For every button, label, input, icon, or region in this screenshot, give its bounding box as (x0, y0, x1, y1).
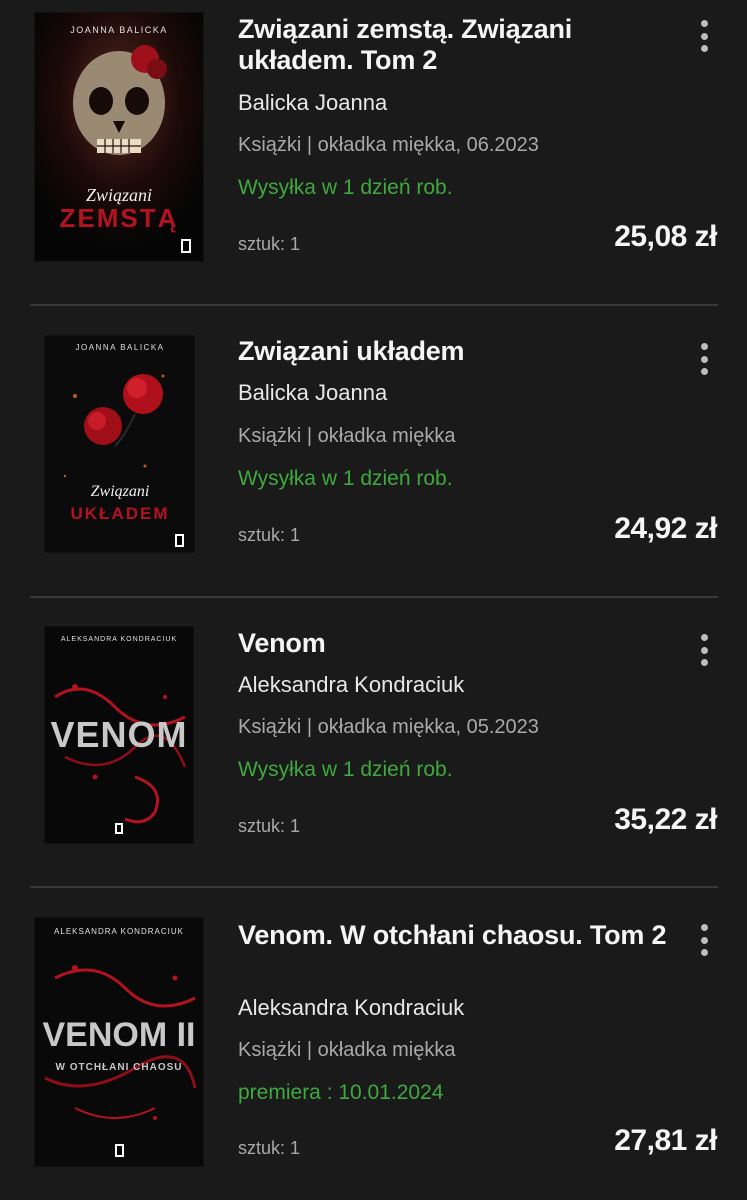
item-info: Venom Aleksandra Kondraciuk Książki | ok… (238, 628, 717, 868)
quantity-label: sztuk: 1 (238, 816, 301, 836)
book-author[interactable]: Aleksandra Kondraciuk (238, 672, 464, 698)
item-price: 27,81 zł (614, 1124, 717, 1157)
cover-author-text: ALEKSANDRA KONDRACIUK (61, 636, 177, 643)
premiere-date: premiera : 10.01.2024 (238, 1081, 444, 1104)
book-title[interactable]: Związani zemstą. Związani układem. Tom 2 (238, 14, 618, 76)
cart-item: ALEKSANDRA KONDRACIUK VENOM II W OTCHŁAN… (0, 888, 747, 1200)
more-options-icon[interactable] (699, 924, 709, 956)
cover-author-text: JOANNA BALICKA (70, 25, 168, 35)
shipping-status: Wysyłka w 1 dzień rob. (238, 758, 453, 781)
book-format: Książki | okładka miękka, 06.2023 (238, 134, 539, 156)
item-price: 35,22 zł (614, 803, 717, 836)
item-info: Związani zemstą. Związani układem. Tom 2… (238, 14, 717, 264)
cover-title-line2: UKŁADEM (71, 504, 170, 523)
quantity-label: sztuk: 1 (238, 234, 301, 254)
cover-title-line1: Związani (91, 483, 150, 500)
book-author[interactable]: Aleksandra Kondraciuk (238, 995, 464, 1021)
item-info: Venom. W otchłani chaosu. Tom 2 Aleksand… (238, 920, 717, 1170)
book-cover-image[interactable]: JOANNA BALICKA Związani ZEMSTĄ (35, 13, 203, 261)
cart-item: JOANNA BALICKA Związani UKŁADEM Związani… (0, 306, 747, 596)
item-info: Związani układem Balicka Joanna Książki … (238, 336, 717, 576)
cover-author-text: ALEKSANDRA KONDRACIUK (54, 927, 184, 936)
item-price: 25,08 zł (614, 220, 717, 253)
quantity-label: sztuk: 1 (238, 1138, 301, 1158)
cart-item: ALEKSANDRA KONDRACIUK VENOM Venom Aleksa… (0, 598, 747, 888)
cover-title-line2: ZEMSTĄ (60, 203, 179, 233)
cover-title-line2: W OTCHŁANI CHAOSU (56, 1062, 183, 1073)
cover-title-line1: VENOM (50, 714, 187, 755)
book-author[interactable]: Balicka Joanna (238, 380, 387, 406)
book-title[interactable]: Związani układem (238, 336, 717, 367)
book-format: Książki | okładka miękka (238, 1039, 456, 1061)
cover-title-line1: Związani (86, 185, 152, 205)
shipping-status: Wysyłka w 1 dzień rob. (238, 176, 453, 199)
book-format: Książki | okładka miękka (238, 425, 456, 447)
book-author[interactable]: Balicka Joanna (238, 90, 387, 116)
shipping-status: Wysyłka w 1 dzień rob. (238, 467, 453, 490)
cover-title-line1: VENOM II (42, 1016, 195, 1054)
book-title[interactable]: Venom. W otchłani chaosu. Tom 2 (238, 920, 668, 951)
book-format: Książki | okładka miękka, 05.2023 (238, 716, 539, 738)
more-options-icon[interactable] (699, 343, 709, 375)
book-cover-image[interactable]: ALEKSANDRA KONDRACIUK VENOM (45, 627, 193, 843)
book-title[interactable]: Venom (238, 628, 717, 659)
more-options-icon[interactable] (699, 634, 709, 666)
cover-author-text: JOANNA BALICKA (75, 343, 164, 352)
more-options-icon[interactable] (699, 20, 709, 52)
book-cover-image[interactable]: ALEKSANDRA KONDRACIUK VENOM II W OTCHŁAN… (35, 918, 203, 1166)
cart-item: JOANNA BALICKA Związani ZEMSTĄ Związani … (0, 0, 747, 300)
book-cover-image[interactable]: JOANNA BALICKA Związani UKŁADEM (45, 336, 194, 552)
quantity-label: sztuk: 1 (238, 525, 301, 545)
item-price: 24,92 zł (614, 512, 717, 545)
